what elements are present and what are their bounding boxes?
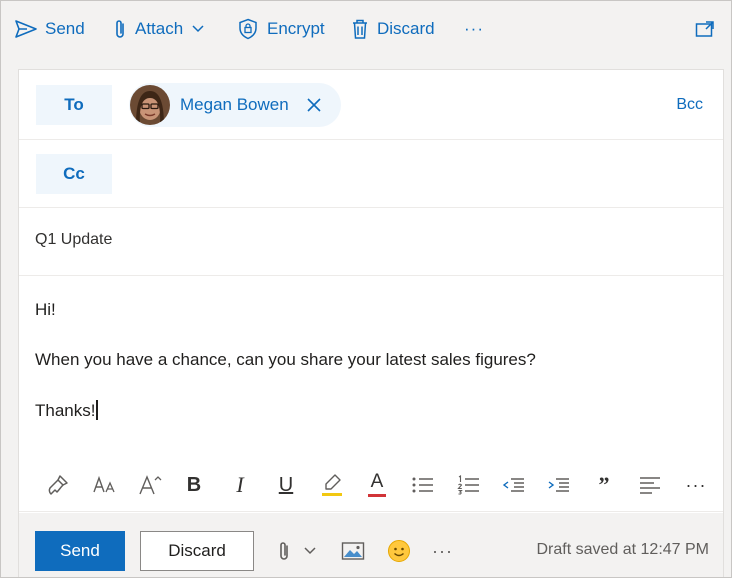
format-painter-icon [48, 475, 68, 495]
font-color-swatch [368, 494, 386, 497]
grow-font-icon [139, 475, 162, 495]
font-size-button[interactable] [90, 470, 120, 500]
cc-row: Cc [19, 140, 723, 208]
shield-lock-icon [239, 18, 257, 40]
attach-dropdown-button[interactable] [303, 537, 317, 565]
pop-out-button[interactable] [695, 15, 715, 43]
top-toolbar: Send Attach Encrypt Discard ··· [1, 1, 731, 57]
highlight-button[interactable] [317, 470, 347, 500]
numbering-button[interactable] [454, 470, 484, 500]
chevron-down-icon[interactable] [191, 24, 205, 34]
font-size-icon [93, 475, 115, 493]
align-left-icon [640, 477, 660, 494]
quote-button[interactable]: ” [589, 470, 619, 500]
attach-button[interactable] [277, 537, 291, 565]
highlighter-icon [322, 474, 342, 496]
paperclip-icon [116, 20, 124, 38]
compose-card: To Megan Bowen Bcc Cc Q1 Update Hi! When… [18, 69, 724, 577]
subject-row [19, 208, 723, 276]
toolbar-encrypt-label: Encrypt [267, 19, 325, 38]
message-line: Thanks! [35, 401, 96, 420]
discard-button[interactable]: Discard [140, 531, 254, 571]
bcc-link[interactable]: Bcc [676, 96, 703, 114]
message-line: Hi! [35, 300, 56, 319]
toolbar-attach-label: Attach [135, 19, 184, 38]
message-body[interactable]: Hi! When you have a chance, can you shar… [35, 290, 705, 460]
to-row: To Megan Bowen Bcc [19, 70, 723, 140]
grow-font-button[interactable] [135, 470, 165, 500]
toolbar-encrypt-button[interactable]: Encrypt [237, 15, 325, 43]
send-button[interactable]: Send [35, 531, 125, 571]
bullet-list-icon [412, 477, 433, 493]
underline-button[interactable]: U [271, 470, 301, 500]
cc-button[interactable]: Cc [36, 154, 112, 194]
toolbar-more-button[interactable]: ··· [464, 15, 484, 43]
emoji-button[interactable] [387, 537, 411, 565]
bullets-button[interactable] [408, 470, 438, 500]
format-painter-button[interactable] [43, 470, 73, 500]
toolbar-discard-label: Discard [377, 19, 435, 38]
message-line-last: Thanks! [35, 400, 99, 421]
recipient-chip[interactable]: Megan Bowen [129, 83, 341, 127]
pop-out-icon [695, 21, 714, 37]
toolbar-send-label: Send [45, 19, 85, 38]
bold-button[interactable]: B [179, 470, 209, 500]
toolbar-attach-button[interactable]: Attach [113, 15, 205, 43]
text-caret [96, 400, 99, 420]
recipient-name: Megan Bowen [180, 95, 289, 114]
subject-input[interactable] [35, 231, 695, 249]
increase-indent-button[interactable] [544, 470, 574, 500]
to-button[interactable]: To [36, 85, 112, 125]
italic-button[interactable]: I [225, 470, 255, 500]
more-options-button[interactable]: ··· [432, 537, 453, 565]
decrease-indent-button[interactable] [499, 470, 529, 500]
decrease-indent-icon [502, 478, 524, 492]
emoji-icon [388, 540, 410, 562]
action-bar: Send Discard ··· Draft saved at 12:47 PM [19, 513, 723, 577]
compose-window: Send Attach Encrypt Discard ··· To Megan… [0, 0, 732, 578]
chevron-down-icon [304, 547, 316, 555]
avatar [130, 85, 170, 125]
insert-picture-button[interactable] [341, 537, 365, 565]
toolbar-send-button[interactable]: Send [15, 15, 85, 43]
more-icon: ··· [464, 19, 484, 38]
paperclip-icon [280, 542, 288, 560]
font-color-glyph: A [370, 471, 384, 492]
more-format-button[interactable]: ··· [681, 470, 711, 500]
increase-indent-icon [548, 478, 569, 492]
toolbar-discard-button[interactable]: Discard [351, 15, 435, 43]
font-color-button[interactable]: A [362, 470, 392, 500]
trash-icon [353, 19, 367, 39]
numbered-list-icon [457, 475, 479, 495]
message-line: When you have a chance, can you share yo… [35, 350, 536, 369]
format-toolbar: B I U A ” ··· [19, 460, 723, 512]
picture-icon [341, 542, 365, 560]
remove-recipient-button[interactable] [305, 96, 323, 114]
align-button[interactable] [635, 470, 665, 500]
draft-status: Draft saved at 12:47 PM [536, 541, 709, 558]
close-icon [307, 98, 321, 112]
send-icon [15, 20, 37, 38]
